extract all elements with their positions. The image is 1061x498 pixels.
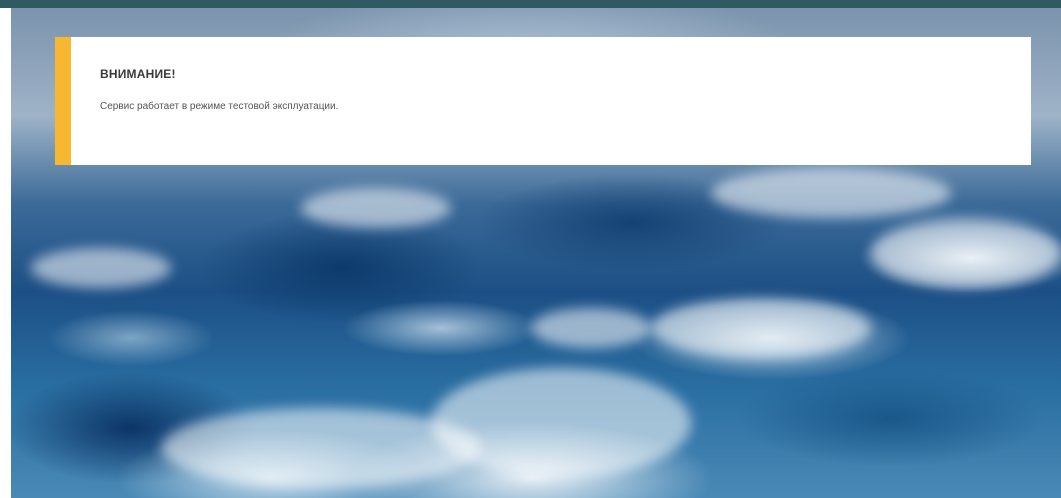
left-strip bbox=[0, 8, 11, 498]
alert-title: ВНИМАНИЕ! bbox=[100, 67, 176, 81]
warning-alert-box: ВНИМАНИЕ! Сервис работает в режиме тесто… bbox=[55, 37, 1031, 165]
page: ВНИМАНИЕ! Сервис работает в режиме тесто… bbox=[0, 0, 1061, 498]
alert-message: Сервис работает в режиме тестовой эксплу… bbox=[100, 101, 339, 112]
top-bar bbox=[0, 0, 1061, 8]
